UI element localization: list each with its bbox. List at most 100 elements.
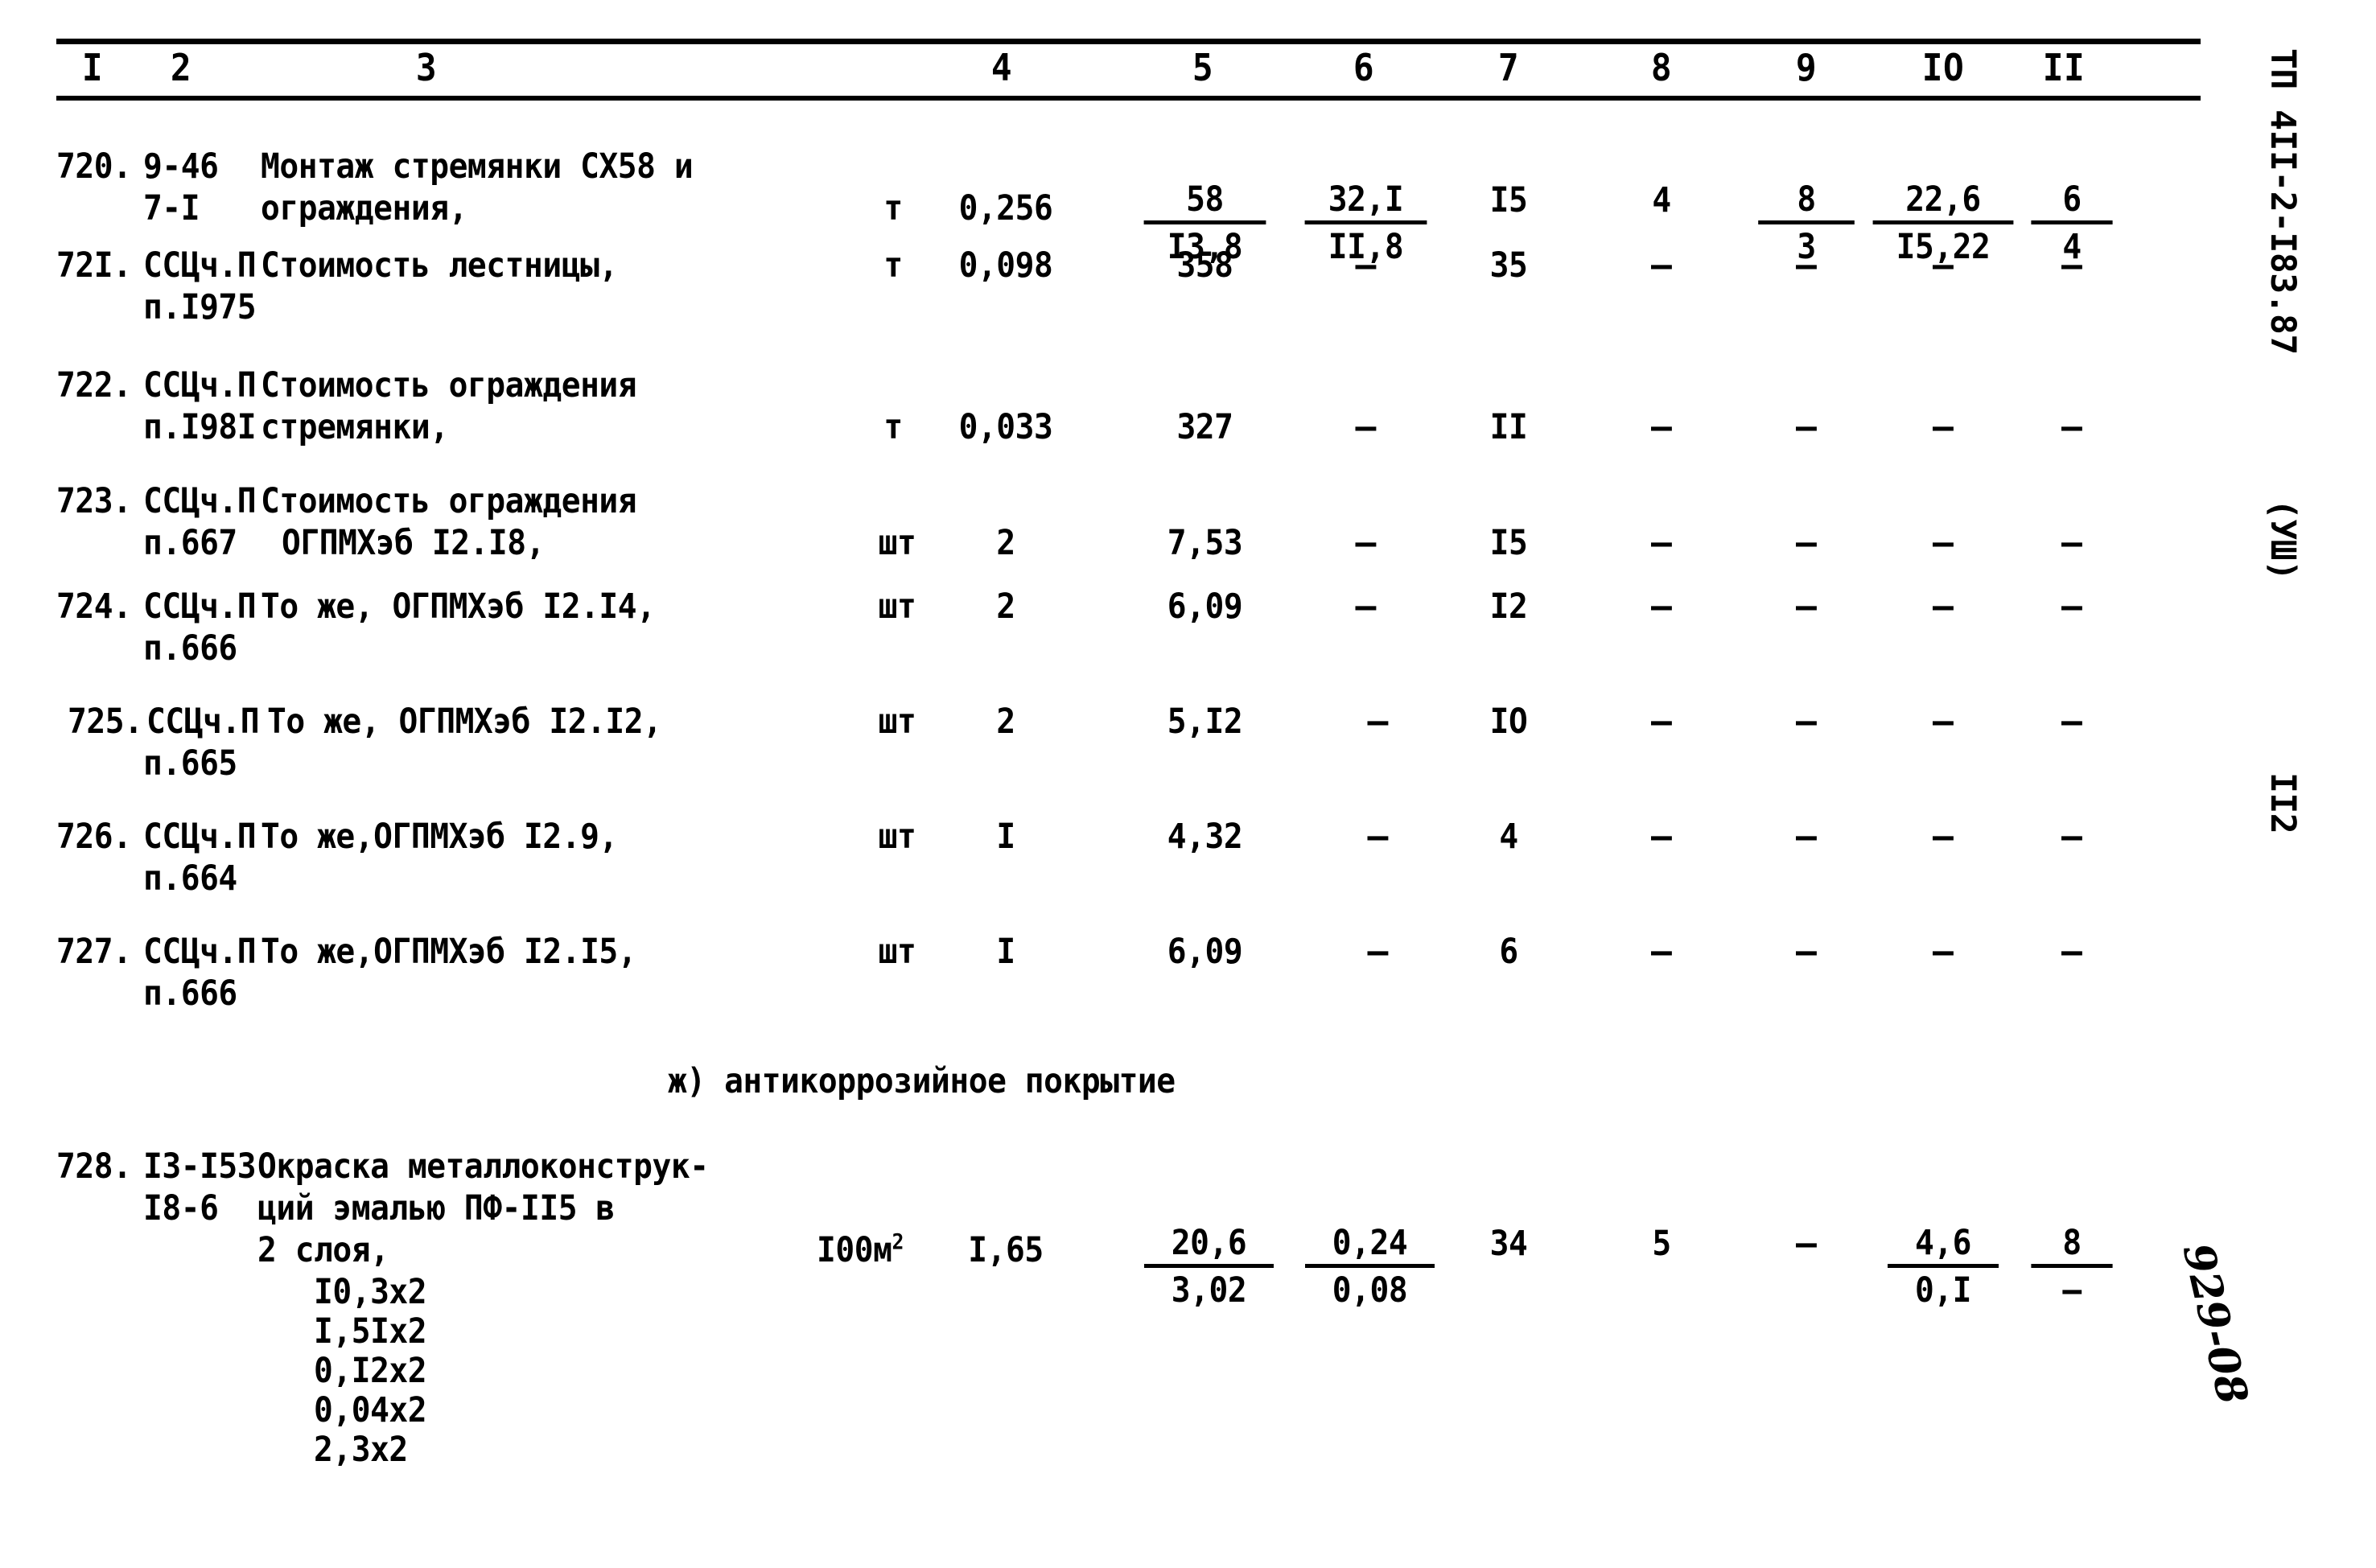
row-unit: т (883, 407, 903, 447)
table-row: 725. ССЦч.П п.665 То же, ОГПМХэб I2.I2, … (56, 694, 2197, 809)
row-col4: I,65 (968, 1230, 1044, 1270)
table-header-rule (56, 96, 2201, 101)
column-header-7: 7 (1497, 46, 1520, 89)
row-unit: I00м2 (817, 1229, 904, 1271)
column-header-4: 4 (990, 46, 1013, 89)
section-heading: ж) антикоррозийное покрытие (668, 1061, 1176, 1101)
row-col8: – (1651, 586, 1672, 627)
row-unit: шт (878, 523, 916, 563)
fraction-numerator: 22,6 (1872, 179, 2014, 224)
row-code-line1: ССЦч.П (143, 932, 257, 972)
table-row: 720. 9-46 7-I Монтаж стремянки СХ58 и ог… (56, 109, 2197, 267)
table-row: 724. ССЦч.П п.666 То же, ОГПМХэб I2.I4, … (56, 579, 2197, 694)
fraction-numerator: 4,6 (1888, 1223, 1999, 1268)
row-code-line2: п.I975 (143, 287, 257, 327)
row-col10: – (1933, 586, 1954, 627)
row-number: 728. (56, 1146, 132, 1187)
row-col8: – (1651, 932, 1672, 972)
row-code-line2: I8-6 (143, 1188, 219, 1228)
row-col5: 327 (1176, 407, 1233, 447)
table-header-row: I 2 3 4 5 6 7 8 9 IO II (56, 44, 2197, 96)
row-col6: – (1367, 702, 1389, 742)
page-number-vertical: II2 (2263, 772, 2303, 834)
row-col9: – (1796, 817, 1817, 857)
row-description-1: Монтаж стремянки СХ58 и (261, 146, 694, 187)
row-code-line2: п.666 (143, 973, 237, 1014)
fraction-numerator: 0,24 (1305, 1223, 1435, 1268)
row-description-1: Стоимость ограждения (261, 481, 637, 521)
row-col6: – (1367, 932, 1389, 972)
row-col11: – (2061, 932, 2082, 972)
row-code-line2: п.666 (143, 628, 237, 669)
row-code-line2: п.665 (143, 743, 237, 784)
row-col8: 5 (1652, 1224, 1671, 1264)
fraction-numerator: 6 (2031, 179, 2113, 224)
row-code-line1: ССЦч.П (143, 817, 257, 857)
row-description-1: То же,ОГПМХэб I2.I5, (261, 932, 637, 972)
document-section-vertical: (УШ) (2263, 499, 2303, 581)
fraction-numerator: 20,6 (1144, 1223, 1274, 1268)
column-header-1: I (81, 46, 104, 89)
row-col11: – (2061, 817, 2082, 857)
row-code-line1: ССЦч.П (143, 586, 257, 627)
row-col6: – (1355, 586, 1377, 627)
row-col5: 7,53 (1167, 523, 1243, 563)
row-col10-fraction: 4,6 0,I (1883, 1223, 2003, 1311)
row-col7: 35 (1489, 245, 1528, 286)
row-code-line1: ССЦч.П (146, 702, 260, 742)
row-col7: 34 (1489, 1224, 1528, 1264)
row-code-line1: ССЦч.П (143, 365, 257, 405)
row-description-1: То же, ОГПМХэб I2.I4, (261, 586, 656, 627)
table-row: 722. ССЦч.П п.I98I Стоимость ограждения … (56, 348, 2197, 471)
row-col9: – (1796, 702, 1817, 742)
row-col8: – (1651, 245, 1672, 286)
row-col10: – (1933, 523, 1954, 563)
row-code-line1: 9-46 (143, 146, 219, 187)
row-col10: – (1933, 702, 1954, 742)
row-col4: 2 (996, 523, 1015, 563)
row-col7: II (1489, 407, 1528, 447)
row-col10: – (1933, 932, 1954, 972)
row-unit: т (883, 245, 903, 286)
row-code-line1: I3-I53 (143, 1146, 257, 1187)
row-col8: – (1651, 817, 1672, 857)
row-description-2: ограждения, (261, 188, 467, 228)
sub-item-5: 2,3x2 (314, 1430, 408, 1470)
fraction-denominator: 0,08 (1332, 1270, 1408, 1311)
fraction-denominator: 0,I (1914, 1270, 1972, 1311)
row-unit: шт (878, 817, 916, 857)
fraction-numerator: 58 (1143, 179, 1266, 224)
row-col11: – (2061, 407, 2082, 447)
row-col11: – (2061, 523, 2082, 563)
row-number: 725. (68, 702, 143, 742)
row-col6: – (1367, 817, 1389, 857)
row-col5-fraction: 20,6 3,02 (1139, 1223, 1279, 1311)
unit-superscript: 2 (892, 1229, 904, 1255)
column-header-10: IO (1921, 46, 1965, 89)
row-description-2: стремянки, (261, 407, 449, 447)
row-col7: 6 (1499, 932, 1518, 972)
table-row: 728. I3-I53 I8-6 Окраска металлоконструк… (56, 1146, 2197, 1470)
row-unit: шт (878, 586, 916, 627)
row-col7: I2 (1489, 586, 1528, 627)
row-code-line2: п.I98I (143, 407, 257, 447)
row-unit: шт (878, 932, 916, 972)
column-header-2: 2 (170, 46, 192, 89)
row-code-line2: 7-I (143, 188, 200, 228)
scanned-page: I 2 3 4 5 6 7 8 9 IO II 720. 9-46 7-I Мо… (0, 0, 2376, 1568)
row-col4: I (996, 932, 1015, 972)
row-col10: – (1933, 245, 1954, 286)
row-col8: – (1651, 523, 1672, 563)
row-code-line2: п.664 (143, 858, 237, 899)
row-unit: шт (878, 702, 916, 742)
row-col5: 4,32 (1167, 817, 1243, 857)
row-col9: – (1796, 932, 1817, 972)
column-header-5: 5 (1192, 46, 1214, 89)
column-header-11: II (2042, 46, 2086, 89)
sub-item-4: 0,04x2 (314, 1390, 427, 1430)
column-header-8: 8 (1650, 46, 1673, 89)
row-col4: 0,033 (958, 407, 1053, 447)
section-heading-row: ж) антикоррозийное покрытие (56, 1045, 2197, 1146)
sub-item-2: I,5Ix2 (314, 1311, 427, 1352)
sub-item-3: 0,I2x2 (314, 1351, 427, 1391)
